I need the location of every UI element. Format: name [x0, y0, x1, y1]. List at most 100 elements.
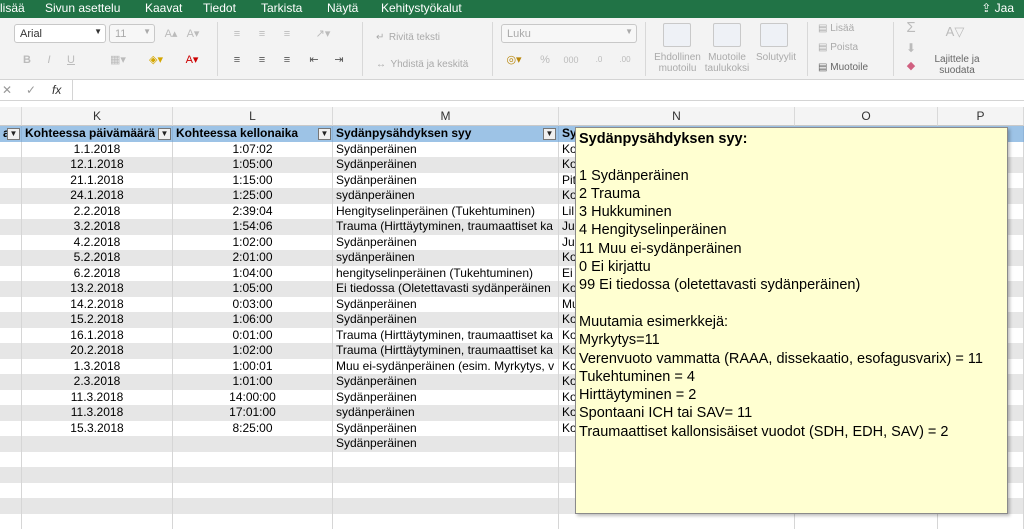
align-left-button[interactable]: ≡ — [228, 52, 246, 68]
column-header-j[interactable] — [0, 107, 22, 126]
cell-j[interactable] — [0, 343, 22, 359]
grow-font-button[interactable]: A▴ — [162, 26, 180, 42]
cell-date[interactable]: 21.1.2018 — [22, 173, 173, 189]
cell-cause[interactable] — [333, 498, 559, 514]
cell-j[interactable] — [0, 312, 22, 328]
cell-date[interactable] — [22, 436, 173, 452]
cell-date[interactable] — [22, 514, 173, 529]
header-cell-m[interactable]: Sydänpysähdyksen syy ▼ — [333, 126, 559, 142]
cell-date[interactable]: 5.2.2018 — [22, 250, 173, 266]
cell-date[interactable]: 2.2.2018 — [22, 204, 173, 220]
cell-date[interactable]: 15.3.2018 — [22, 421, 173, 437]
filter-dropdown-icon[interactable]: ▼ — [158, 128, 171, 140]
cell-cause[interactable]: Sydänperäinen — [333, 297, 559, 313]
function-icon[interactable]: fx — [52, 83, 61, 97]
column-header-k[interactable]: K — [22, 107, 173, 126]
cell-j[interactable] — [0, 467, 22, 483]
cell-time[interactable] — [173, 436, 333, 452]
shrink-font-button[interactable]: A▾ — [184, 26, 202, 42]
cell-date[interactable]: 16.1.2018 — [22, 328, 173, 344]
format-cells-button[interactable]: ▤ Muotoile — [818, 62, 868, 73]
align-top-button[interactable]: ≡ — [228, 26, 246, 42]
header-cell-l[interactable]: Kohteessa kellonaika ▼ — [173, 126, 333, 142]
fill-down-icon[interactable]: ⬇ — [902, 40, 920, 56]
cell-j[interactable] — [0, 173, 22, 189]
cell-date[interactable]: 13.2.2018 — [22, 281, 173, 297]
cell-time[interactable]: 1:54:06 — [173, 219, 333, 235]
decrease-decimal-button[interactable]: .00 — [616, 52, 634, 68]
cell-j[interactable] — [0, 405, 22, 421]
cell-styles-label[interactable]: Solutyylit — [753, 52, 799, 63]
cell-cause[interactable]: Sydänperäinen — [333, 142, 559, 158]
cell-cause[interactable] — [333, 514, 559, 529]
cell-j[interactable] — [0, 219, 22, 235]
percent-button[interactable]: % — [536, 52, 554, 68]
cell-cause[interactable]: Sydänperäinen — [333, 157, 559, 173]
cell-j[interactable] — [0, 514, 22, 529]
cell-date[interactable] — [22, 483, 173, 499]
column-header-n[interactable]: N — [559, 107, 795, 126]
cell-date[interactable]: 1.1.2018 — [22, 142, 173, 158]
menu-review[interactable]: Tarkista — [261, 1, 302, 15]
header-cell-k[interactable]: Kohteessa päivämäärä ▼ — [22, 126, 173, 142]
cell-j[interactable] — [0, 157, 22, 173]
cell-date[interactable]: 12.1.2018 — [22, 157, 173, 173]
cell-time[interactable] — [173, 467, 333, 483]
menu-page-layout[interactable]: Sivun asettelu — [45, 1, 120, 15]
formula-input[interactable] — [72, 80, 1022, 100]
cell-j[interactable] — [0, 188, 22, 204]
cell-cause[interactable]: Trauma (Hirttäytyminen, traumaattiset ka — [333, 219, 559, 235]
cell-date[interactable]: 6.2.2018 — [22, 266, 173, 282]
filter-dropdown-icon[interactable]: ▼ — [7, 128, 20, 140]
cell-time[interactable]: 1:00:01 — [173, 359, 333, 375]
font-name-select[interactable]: Arial ▼ — [14, 24, 106, 43]
cell-time[interactable]: 1:02:00 — [173, 343, 333, 359]
cell-time[interactable]: 1:04:00 — [173, 266, 333, 282]
cell-cause[interactable] — [333, 483, 559, 499]
cell-j[interactable] — [0, 452, 22, 468]
cell-cause[interactable]: Sydänperäinen — [333, 421, 559, 437]
cell-j[interactable] — [0, 328, 22, 344]
cell-time[interactable]: 1:05:00 — [173, 157, 333, 173]
cell-cause[interactable]: Sydänperäinen — [333, 235, 559, 251]
cell-date[interactable]: 2.3.2018 — [22, 374, 173, 390]
cell-time[interactable]: 14:00:00 — [173, 390, 333, 406]
borders-button[interactable]: ▦▾ — [104, 52, 132, 68]
cell-p[interactable] — [938, 514, 1024, 529]
conditional-formatting-label[interactable]: Ehdollinen muotoilu — [650, 52, 705, 74]
cell-time[interactable]: 2:39:04 — [173, 204, 333, 220]
menu-data[interactable]: Tiedot — [203, 1, 236, 15]
column-header-l[interactable]: L — [173, 107, 333, 126]
cell-cause[interactable]: hengityselinperäinen (Tukehtuminen) — [333, 266, 559, 282]
align-bottom-button[interactable]: ≡ — [278, 26, 296, 42]
cell-o[interactable] — [795, 514, 938, 529]
cell-cause[interactable]: Hengityselinperäinen (Tukehtuminen) — [333, 204, 559, 220]
column-header-o[interactable]: O — [795, 107, 938, 126]
cell-j[interactable] — [0, 436, 22, 452]
cell-j[interactable] — [0, 498, 22, 514]
cell-comment-note[interactable]: Sydänpysähdyksen syy: 1 Sydänperäinen2 T… — [575, 127, 1008, 514]
accounting-format-button[interactable]: ◎▾ — [501, 52, 527, 68]
cell-time[interactable] — [173, 514, 333, 529]
cell-cause[interactable]: Sydänperäinen — [333, 312, 559, 328]
cell-j[interactable] — [0, 297, 22, 313]
cell-date[interactable] — [22, 498, 173, 514]
cell-j[interactable] — [0, 204, 22, 220]
filter-dropdown-icon[interactable]: ▼ — [318, 128, 331, 140]
menu-view[interactable]: Näytä — [327, 1, 358, 15]
increase-decimal-button[interactable]: .0 — [590, 52, 608, 68]
cell-time[interactable] — [173, 498, 333, 514]
column-header-p[interactable]: P — [938, 107, 1024, 126]
cell-time[interactable]: 1:15:00 — [173, 173, 333, 189]
conditional-formatting-icon[interactable] — [663, 23, 691, 47]
cell-j[interactable] — [0, 250, 22, 266]
menu-formulas[interactable]: Kaavat — [145, 1, 182, 15]
cell-date[interactable]: 14.2.2018 — [22, 297, 173, 313]
cell-j[interactable] — [0, 390, 22, 406]
cell-j[interactable] — [0, 421, 22, 437]
cell-n[interactable] — [559, 514, 795, 529]
comma-style-button[interactable]: 000 — [560, 52, 582, 68]
cell-date[interactable]: 20.2.2018 — [22, 343, 173, 359]
cell-time[interactable]: 1:25:00 — [173, 188, 333, 204]
cell-date[interactable] — [22, 467, 173, 483]
